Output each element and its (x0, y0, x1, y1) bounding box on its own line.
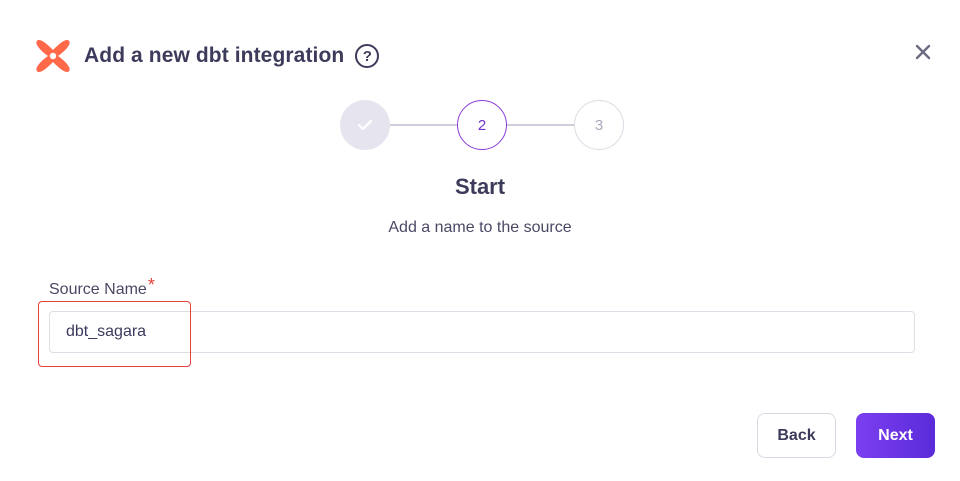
source-name-input[interactable] (49, 311, 915, 353)
integration-modal: Add a new dbt integration ? 2 3 Start Ad… (0, 0, 960, 481)
stepper: 2 3 (340, 100, 624, 150)
stepper-connector (507, 124, 574, 126)
close-icon[interactable] (914, 43, 932, 61)
next-button[interactable]: Next (856, 413, 935, 458)
dbt-logo-icon (33, 36, 73, 76)
modal-title: Add a new dbt integration (84, 44, 345, 67)
modal-header: Add a new dbt integration ? (33, 34, 380, 78)
step-subtitle: Add a name to the source (388, 219, 572, 236)
step-1-completed (340, 100, 390, 150)
source-name-label: Source Name* (49, 275, 155, 299)
help-icon[interactable]: ? (355, 44, 380, 68)
stepper-connector (390, 124, 457, 126)
step-3-pending: 3 (574, 100, 624, 150)
step-title: Start (454, 174, 506, 199)
source-name-label-text: Source Name (49, 281, 147, 298)
back-button[interactable]: Back (757, 413, 836, 458)
checkmark-icon (357, 119, 373, 131)
source-name-field-wrapper (49, 311, 915, 353)
required-marker: * (147, 275, 155, 295)
step-2-active: 2 (457, 100, 507, 150)
